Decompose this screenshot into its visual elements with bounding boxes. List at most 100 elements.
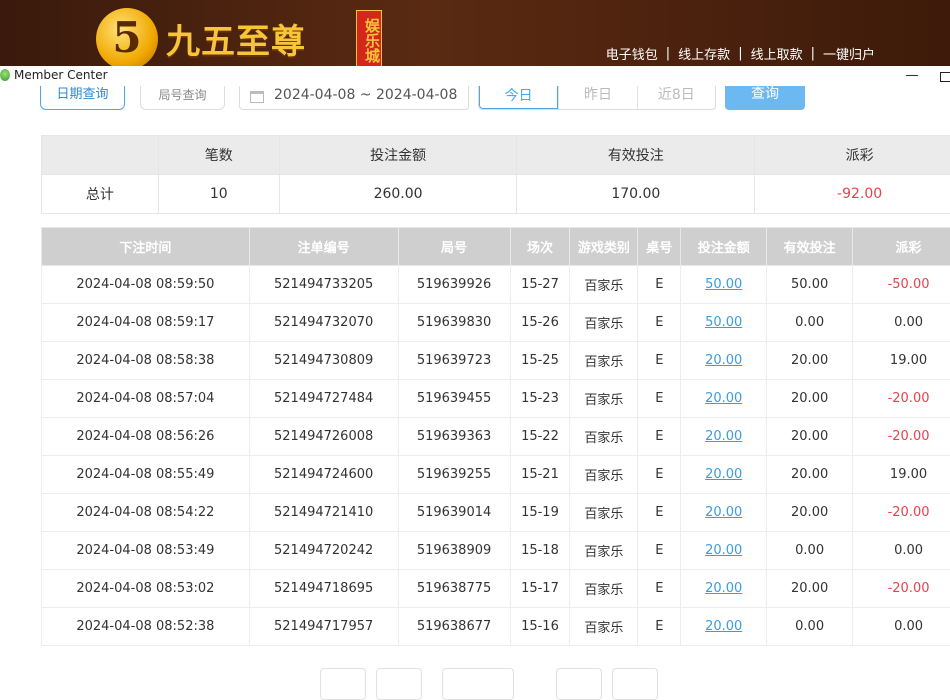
summary-header-valid: 有效投注 bbox=[517, 136, 755, 175]
cell-game-type: 百家乐 bbox=[570, 380, 638, 418]
cell-bet-amount[interactable]: 20.00 bbox=[681, 456, 767, 494]
header-bet-time: 下注时间 bbox=[42, 228, 250, 266]
cell-bet-amount[interactable]: 20.00 bbox=[681, 532, 767, 570]
today-button[interactable]: 今日 bbox=[479, 86, 558, 109]
page-last-button[interactable] bbox=[612, 668, 658, 700]
cell-bet-time: 2024-04-08 08:54:22 bbox=[42, 494, 250, 532]
cell-bet-time: 2024-04-08 08:58:38 bbox=[42, 342, 250, 380]
cell-bet-amount[interactable]: 20.00 bbox=[681, 608, 767, 646]
cell-round-no: 519638677 bbox=[398, 608, 510, 646]
header-ticket-no: 注单编号 bbox=[249, 228, 398, 266]
header-table-no: 桌号 bbox=[638, 228, 681, 266]
cell-table-no: E bbox=[638, 570, 681, 608]
cell-payout: -20.00 bbox=[853, 494, 950, 532]
summary-total-valid: 170.00 bbox=[517, 175, 755, 214]
cell-game-type: 百家乐 bbox=[570, 608, 638, 646]
summary-total-label: 总计 bbox=[42, 175, 159, 214]
cell-game-type: 百家乐 bbox=[570, 532, 638, 570]
site-banner: 5 九五至尊 娱乐城 电子钱包 | 线上存款 | 线上取款 | 一键归户 bbox=[0, 0, 950, 66]
detail-header-row: 下注时间 注单编号 局号 场次 游戏类别 桌号 投注金额 有效投注 派彩 bbox=[42, 228, 950, 266]
maximize-button[interactable] bbox=[934, 66, 950, 86]
cell-bet-amount[interactable]: 20.00 bbox=[681, 494, 767, 532]
date-range-picker[interactable]: 2024-04-08 ~ 2024-04-08 bbox=[239, 86, 469, 110]
cell-bet-time: 2024-04-08 08:57:04 bbox=[42, 380, 250, 418]
cell-round-no: 519639255 bbox=[398, 456, 510, 494]
summary-table: 笔数 投注金额 有效投注 派彩 总计 10 260.00 170.00 -92.… bbox=[41, 135, 950, 214]
cell-round-no: 519638775 bbox=[398, 570, 510, 608]
cell-bet-amount[interactable]: 20.00 bbox=[681, 570, 767, 608]
cell-valid-bet: 20.00 bbox=[767, 494, 853, 532]
cell-valid-bet: 20.00 bbox=[767, 570, 853, 608]
cell-session: 15-27 bbox=[510, 266, 570, 304]
cell-bet-time: 2024-04-08 08:55:49 bbox=[42, 456, 250, 494]
yesterday-button[interactable]: 昨日 bbox=[558, 86, 636, 109]
cell-game-type: 百家乐 bbox=[570, 342, 638, 380]
round-query-tab[interactable]: 局号查询 bbox=[140, 86, 225, 110]
cell-game-type: 百家乐 bbox=[570, 456, 638, 494]
table-row: 2024-04-08 08:57:04521494727484519639455… bbox=[42, 380, 950, 418]
summary-total-payout: -92.00 bbox=[755, 175, 950, 214]
cell-valid-bet: 20.00 bbox=[767, 456, 853, 494]
cell-round-no: 519639455 bbox=[398, 380, 510, 418]
cell-session: 15-16 bbox=[510, 608, 570, 646]
cell-bet-amount[interactable]: 50.00 bbox=[681, 304, 767, 342]
cell-ticket-no: 521494726008 bbox=[249, 418, 398, 456]
cell-bet-amount[interactable]: 20.00 bbox=[681, 418, 767, 456]
table-row: 2024-04-08 08:53:49521494720242519638909… bbox=[42, 532, 950, 570]
table-row: 2024-04-08 08:56:26521494726008519639363… bbox=[42, 418, 950, 456]
cell-payout: 19.00 bbox=[853, 342, 950, 380]
online-withdraw-link[interactable]: 线上取款 bbox=[751, 44, 803, 63]
online-deposit-link[interactable]: 线上存款 bbox=[678, 44, 730, 63]
cell-bet-amount[interactable]: 20.00 bbox=[681, 380, 767, 418]
logo-badge: 娱乐城 bbox=[356, 10, 382, 66]
date-query-tab[interactable]: 日期查询 bbox=[40, 86, 125, 110]
page-number-input[interactable] bbox=[442, 668, 514, 700]
cell-bet-amount[interactable]: 20.00 bbox=[681, 342, 767, 380]
cell-ticket-no: 521494732070 bbox=[249, 304, 398, 342]
cell-valid-bet: 50.00 bbox=[767, 266, 853, 304]
cell-ticket-no: 521494727484 bbox=[249, 380, 398, 418]
cell-round-no: 519639830 bbox=[398, 304, 510, 342]
cell-round-no: 519639926 bbox=[398, 266, 510, 304]
cell-valid-bet: 0.00 bbox=[767, 532, 853, 570]
cell-session: 15-17 bbox=[510, 570, 570, 608]
summary-total-bet: 260.00 bbox=[279, 175, 517, 214]
query-toolbar: 日期查询 局号查询 2024-04-08 ~ 2024-04-08 今日 昨日 … bbox=[0, 86, 950, 116]
cell-session: 15-26 bbox=[510, 304, 570, 342]
link-separator: | bbox=[811, 46, 815, 61]
table-row: 2024-04-08 08:54:22521494721410519639014… bbox=[42, 494, 950, 532]
header-payout: 派彩 bbox=[853, 228, 950, 266]
cell-table-no: E bbox=[638, 418, 681, 456]
logo-text: 九五至尊 bbox=[166, 14, 306, 63]
cell-payout: -20.00 bbox=[853, 570, 950, 608]
cell-game-type: 百家乐 bbox=[570, 418, 638, 456]
cell-session: 15-23 bbox=[510, 380, 570, 418]
bet-detail-table: 下注时间 注单编号 局号 场次 游戏类别 桌号 投注金额 有效投注 派彩 202… bbox=[41, 227, 950, 646]
cell-table-no: E bbox=[638, 456, 681, 494]
cell-bet-amount[interactable]: 50.00 bbox=[681, 266, 767, 304]
cell-table-no: E bbox=[638, 304, 681, 342]
window-title: Member Center bbox=[14, 68, 108, 82]
cell-game-type: 百家乐 bbox=[570, 570, 638, 608]
page-prev-button[interactable] bbox=[376, 668, 422, 700]
header-round-no: 局号 bbox=[398, 228, 510, 266]
cell-bet-time: 2024-04-08 08:59:17 bbox=[42, 304, 250, 342]
e-wallet-link[interactable]: 电子钱包 bbox=[606, 44, 658, 63]
cell-valid-bet: 20.00 bbox=[767, 418, 853, 456]
one-click-collect-link[interactable]: 一键归户 bbox=[823, 44, 875, 63]
cell-ticket-no: 521494724600 bbox=[249, 456, 398, 494]
cell-payout: -50.00 bbox=[853, 266, 950, 304]
cell-bet-time: 2024-04-08 08:52:38 bbox=[42, 608, 250, 646]
cell-bet-time: 2024-04-08 08:56:26 bbox=[42, 418, 250, 456]
minimize-button[interactable]: — bbox=[901, 66, 923, 86]
cell-game-type: 百家乐 bbox=[570, 266, 638, 304]
summary-header-count: 笔数 bbox=[158, 136, 279, 175]
cell-session: 15-25 bbox=[510, 342, 570, 380]
summary-header-payout: 派彩 bbox=[755, 136, 950, 175]
page-first-button[interactable] bbox=[320, 668, 366, 700]
page-next-button[interactable] bbox=[556, 668, 602, 700]
search-button[interactable]: 查询 bbox=[725, 86, 805, 110]
table-row: 2024-04-08 08:53:02521494718695519638775… bbox=[42, 570, 950, 608]
account-links: 电子钱包 | 线上存款 | 线上取款 | 一键归户 bbox=[606, 44, 875, 63]
last-8-days-button[interactable]: 近8日 bbox=[637, 86, 715, 109]
